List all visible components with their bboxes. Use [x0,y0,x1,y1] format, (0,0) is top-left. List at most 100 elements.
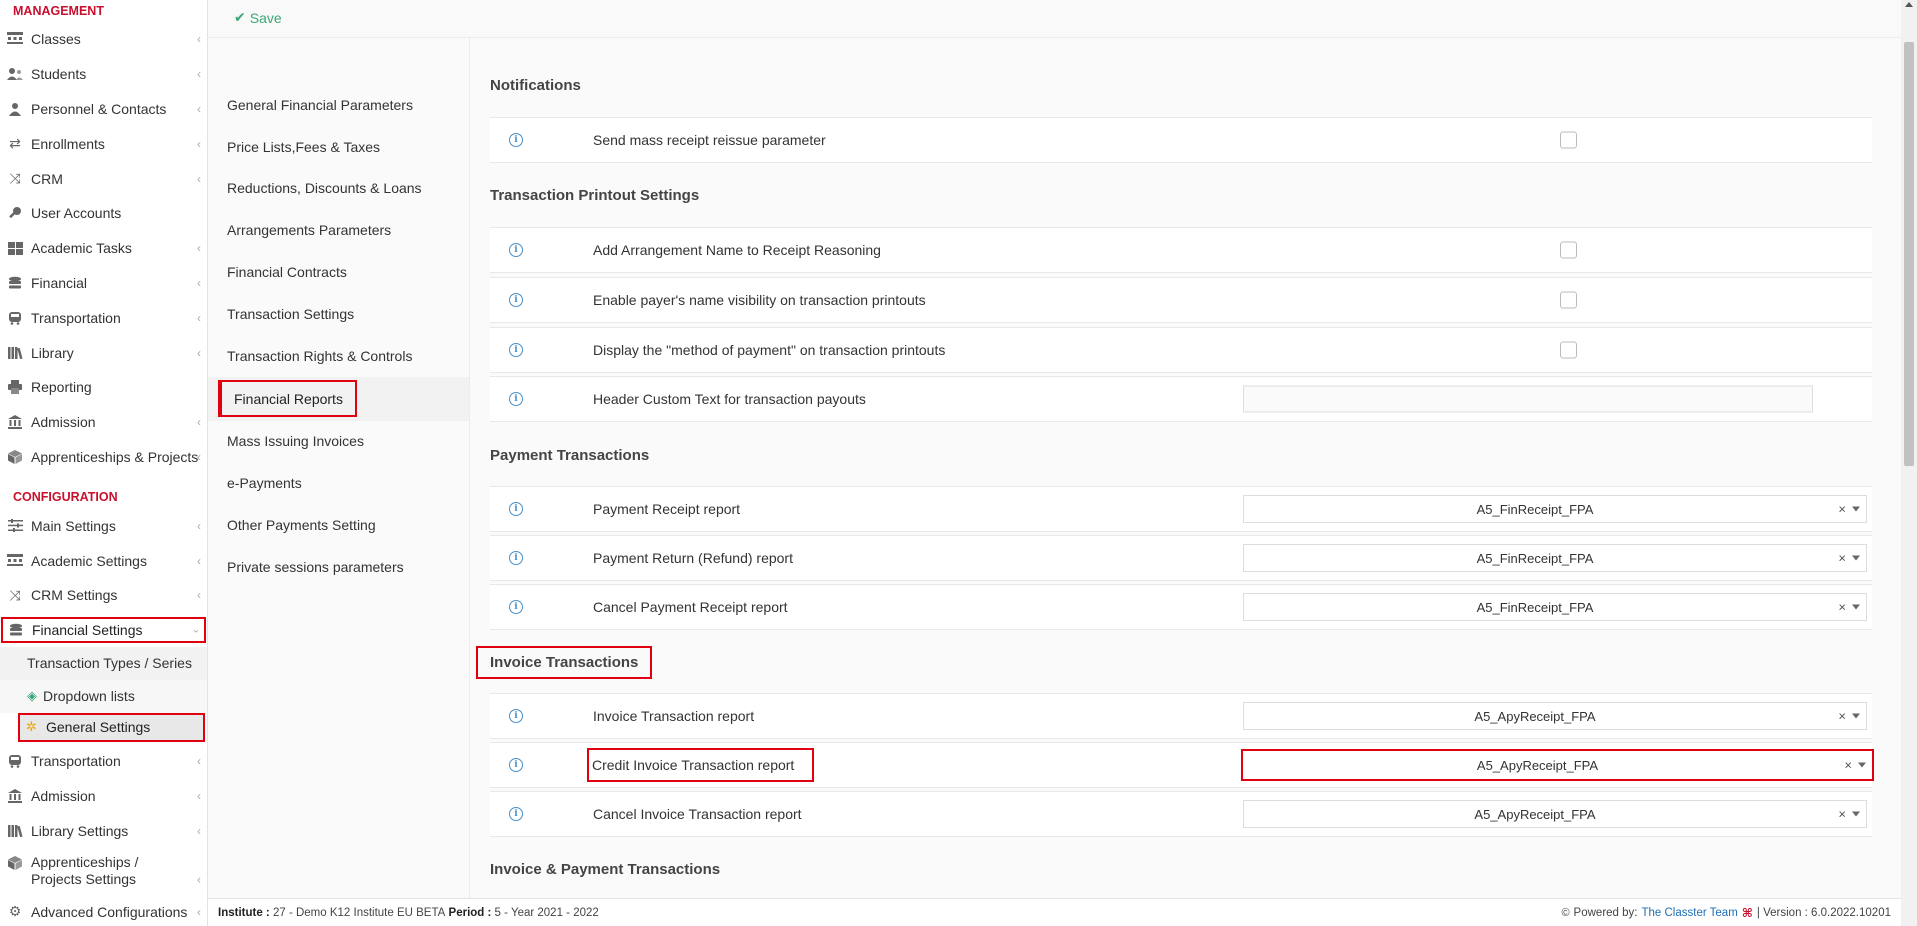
sidebar-item-advanced-configurations[interactable]: ⚙ Advanced Configurations ‹ [0,894,207,926]
info-icon[interactable]: i [509,600,523,614]
header-custom-text-input[interactable] [1243,385,1813,413]
clear-icon[interactable]: × [1838,709,1846,724]
sidebar-item-label: Apprenticeships / Projects Settings [31,854,139,888]
sidebar-item-crm[interactable]: ⤨ CRM ‹ [0,161,207,196]
method-payment-checkbox[interactable] [1560,341,1577,359]
sidebar-item-students[interactable]: Students ‹ [0,57,207,92]
scrollbar-thumb[interactable] [1904,42,1914,466]
info-icon[interactable]: i [509,807,523,821]
sidebar-item-admission[interactable]: Admission ‹ [0,405,207,440]
payer-name-checkbox[interactable] [1560,291,1577,309]
copyright-icon: © [1561,906,1570,919]
payment-receipt-select[interactable]: A5_FinReceipt_FPA × [1243,495,1867,523]
sidebar-item-academic-settings[interactable]: Academic Settings ‹ [0,543,207,578]
main-content: Notifications i Send mass receipt reissu… [470,38,1901,898]
select-value: A5_FinReceipt_FPA [1476,550,1594,566]
info-icon[interactable]: i [509,709,523,723]
classter-logo-icon: ⌘ [1741,905,1753,920]
nav-financial-reports[interactable]: Financial Reports [208,376,469,421]
setting-label: Enable payer's name visibility on transa… [593,292,926,308]
sidebar-item-library[interactable]: Library ‹ [0,335,207,370]
clear-icon[interactable]: × [1838,600,1846,615]
setting-row-credit-invoice: i Credit Invoice Transaction report A5_A… [490,742,1874,788]
sidebar-item-academic-tasks[interactable]: Academic Tasks ‹ [0,231,207,266]
cancel-payment-select[interactable]: A5_FinReceipt_FPA × [1243,593,1867,621]
toolbar: ✔ Save [208,0,1901,38]
sidebar-subitem-dropdown-lists[interactable]: ◈ Dropdown lists [0,679,207,713]
mass-receipt-checkbox[interactable] [1560,131,1577,149]
info-icon[interactable]: i [509,243,523,257]
sidebar-item-label: Academic Settings [31,552,147,569]
invoice-report-select[interactable]: A5_ApyReceipt_FPA × [1243,702,1867,730]
sidebar-item-admission-settings[interactable]: Admission ‹ [0,779,207,814]
payment-return-select[interactable]: A5_FinReceipt_FPA × [1243,544,1867,572]
sidebar-item-financial[interactable]: Financial ‹ [0,266,207,301]
sidebar-item-apprenticeships[interactable]: Apprenticeships & Projects ‹ [0,440,207,475]
sidebar-item-reporting[interactable]: Reporting [0,370,207,405]
credit-invoice-select[interactable]: A5_ApyReceipt_FPA × [1241,749,1874,781]
sidebar-item-financial-settings[interactable]: Financial Settings ⌄ [1,616,206,643]
dropdown-arrow-icon[interactable] [1852,506,1860,512]
sidebar-item-transportation[interactable]: Transportation ‹ [0,300,207,335]
sidebar-item-library-settings[interactable]: Library Settings ‹ [0,813,207,848]
section-title-payment: Payment Transactions [490,447,650,464]
clear-icon[interactable]: × [1844,758,1852,773]
cancel-invoice-select[interactable]: A5_ApyReceipt_FPA × [1243,800,1867,828]
sidebar-item-label: Students [31,66,87,83]
sidebar-subitem-transaction-types[interactable]: Transaction Types / Series [0,646,207,680]
clear-icon[interactable]: × [1838,807,1846,822]
setting-row-payer-name: i Enable payer's name visibility on tran… [490,277,1872,323]
nav-mass-issuing-invoices[interactable]: Mass Issuing Invoices [208,421,469,463]
info-icon[interactable]: i [509,551,523,565]
setting-row-mass-receipt: i Send mass receipt reissue parameter [490,117,1872,163]
sidebar-item-apprenticeships-settings[interactable]: Apprenticeships / Projects Settings ‹ [0,848,207,894]
clear-icon[interactable]: × [1838,502,1846,517]
chevron-left-icon: ‹ [197,553,201,568]
personnel-icon [6,101,24,117]
nav-reductions[interactable]: Reductions, Discounts & Loans [208,168,469,210]
footer-period-value: 5 - Year 2021 - 2022 [494,906,599,919]
footer-team-link[interactable]: The Classter Team [1641,907,1737,919]
sidebar-item-main-settings[interactable]: Main Settings ‹ [0,508,207,543]
nav-financial-contracts[interactable]: Financial Contracts [208,251,469,293]
sliders-icon [6,518,24,534]
info-icon[interactable]: i [509,502,523,516]
sidebar-item-user-accounts[interactable]: User Accounts [0,196,207,231]
dropdown-arrow-icon[interactable] [1852,713,1860,719]
dropdown-arrow-icon[interactable] [1852,604,1860,610]
section-title-invoice: Invoice Transactions [476,646,653,679]
select-value: A5_FinReceipt_FPA [1476,599,1594,615]
box-icon [6,855,24,871]
dropdown-arrow-icon[interactable] [1852,811,1860,817]
info-icon[interactable]: i [509,343,523,357]
dropdown-arrow-icon[interactable] [1852,555,1860,561]
sidebar-item-transportation-settings[interactable]: Transportation ‹ [0,744,207,779]
nav-transaction-rights[interactable]: Transaction Rights & Controls [208,335,469,377]
nav-e-payments[interactable]: e-Payments [208,462,469,504]
info-icon[interactable]: i [509,392,523,406]
info-icon[interactable]: i [509,758,523,772]
nav-label: Arrangements Parameters [227,222,392,239]
nav-label: Other Payments Setting [227,517,376,534]
scroll-up-arrow-icon[interactable] [1905,2,1913,7]
nav-transaction-settings[interactable]: Transaction Settings [208,293,469,335]
sidebar-item-personnel[interactable]: Personnel & Contacts ‹ [0,92,207,127]
sidebar-item-crm-settings[interactable]: ⤨ CRM Settings ‹ [0,578,207,613]
save-button[interactable]: ✔ Save [234,9,282,26]
vertical-scrollbar[interactable] [1901,0,1917,926]
sidebar-subitem-general-settings[interactable]: ✲ General Settings [18,712,205,742]
dropdown-arrow-icon[interactable] [1858,762,1866,768]
nav-other-payments[interactable]: Other Payments Setting [208,504,469,546]
info-icon[interactable]: i [509,293,523,307]
clear-icon[interactable]: × [1838,551,1846,566]
nav-general-financial-parameters[interactable]: General Financial Parameters [208,84,469,126]
nav-price-lists[interactable]: Price Lists,Fees & Taxes [208,126,469,168]
sidebar-item-enrollments[interactable]: ⇄ Enrollments ‹ [0,126,207,161]
arrangement-name-checkbox[interactable] [1560,241,1577,259]
nav-private-sessions[interactable]: Private sessions parameters [208,546,469,588]
info-icon[interactable]: i [509,133,523,147]
chevron-left-icon: ‹ [197,67,201,82]
nav-arrangements[interactable]: Arrangements Parameters [208,209,469,251]
chevron-left-icon: ‹ [197,310,201,325]
sidebar-item-classes[interactable]: Classes ‹ [0,22,207,57]
